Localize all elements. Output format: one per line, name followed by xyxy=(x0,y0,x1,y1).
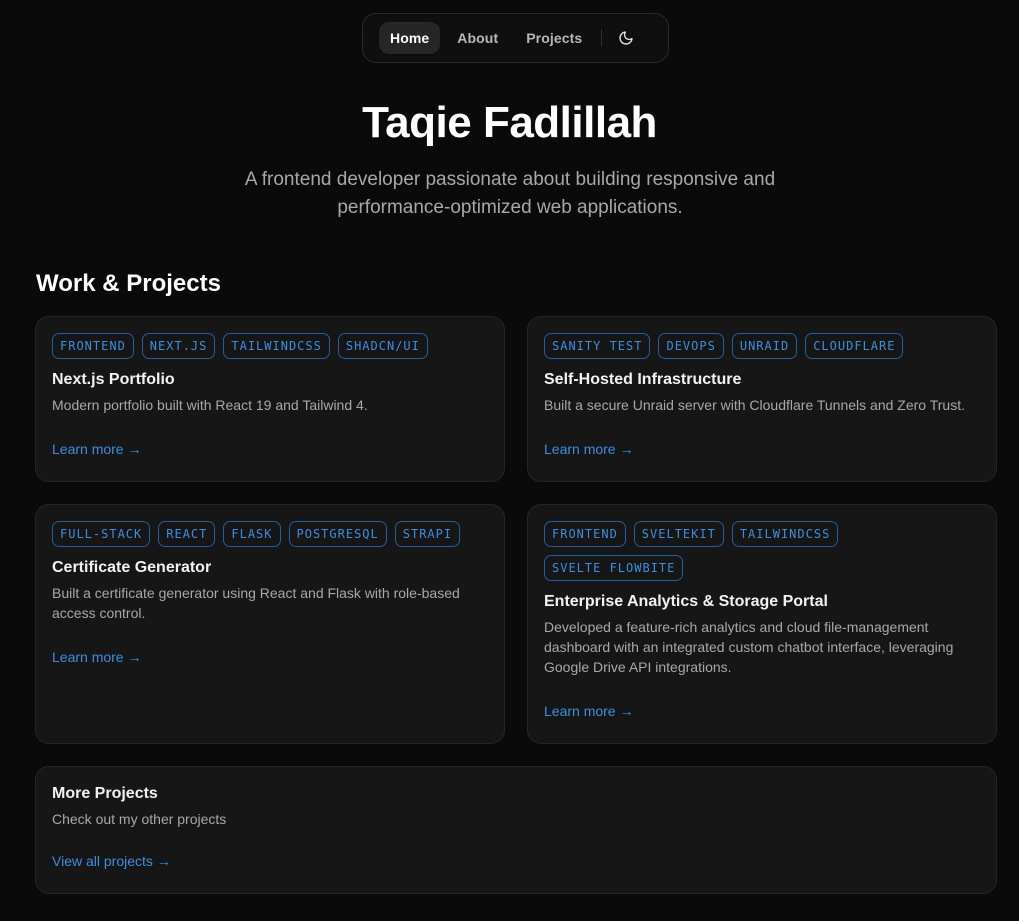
tag: TAILWINDCSS xyxy=(223,333,330,359)
nav-divider xyxy=(601,29,603,47)
arrow-right-icon: → xyxy=(156,853,171,869)
tag: POSTGRESQL xyxy=(288,521,387,547)
card-description: Modern portfolio built with React 19 and… xyxy=(52,397,368,413)
card-title: Self-Hosted Infrastructure xyxy=(544,371,742,388)
hero-title: Taqie Fadlillah xyxy=(362,98,657,147)
card-title: More Projects xyxy=(52,785,158,802)
section-title: Work & Projects xyxy=(36,270,221,297)
card-description: Built a certificate generator using Reac… xyxy=(52,585,460,621)
moon-icon xyxy=(619,31,633,45)
arrow-right-icon: → xyxy=(619,703,634,719)
tag: SVELTEKIT xyxy=(633,521,724,547)
project-card-self-hosted-infrastructure[interactable]: SANITY TEST DEVOPS UNRAID CLOUDFLARE Sel… xyxy=(527,316,997,482)
link-label: Learn more xyxy=(52,441,124,457)
theme-toggle-button[interactable] xyxy=(612,24,640,52)
tag: FULL-STACK xyxy=(52,521,151,547)
tag: NEXT.JS xyxy=(141,333,216,359)
nav-home[interactable]: Home xyxy=(379,22,441,54)
link-label: Learn more xyxy=(544,441,616,457)
tag: DEVOPS xyxy=(658,333,724,359)
tag: SHADCN/UI xyxy=(337,333,428,359)
learn-more-link[interactable]: Learn more → xyxy=(544,441,634,457)
card-description: Built a secure Unraid server with Cloudf… xyxy=(544,397,965,413)
tag-list: FRONTEND NEXT.JS TAILWINDCSS SHADCN/UI xyxy=(52,333,488,359)
card-title: Next.js Portfolio xyxy=(52,371,175,388)
tag: CLOUDFLARE xyxy=(805,333,904,359)
arrow-right-icon: → xyxy=(127,649,142,665)
card-title: Enterprise Analytics & Storage Portal xyxy=(544,593,828,610)
tag-list: FRONTEND SVELTEKIT TAILWINDCSS SVELTE FL… xyxy=(544,521,980,581)
tag: FLASK xyxy=(223,521,281,547)
view-all-projects-link[interactable]: View all projects → xyxy=(52,853,171,869)
learn-more-link[interactable]: Learn more → xyxy=(544,703,634,719)
tag: TAILWINDCSS xyxy=(731,521,839,547)
link-label: Learn more xyxy=(544,703,616,719)
nav-projects[interactable]: Projects xyxy=(515,22,593,54)
top-nav: Home About Projects xyxy=(362,13,669,63)
tag: SVELTE FLOWBITE xyxy=(544,555,684,581)
learn-more-link[interactable]: Learn more → xyxy=(52,441,142,457)
tag: FRONTEND xyxy=(544,521,626,547)
hero-subtitle: A frontend developer passionate about bu… xyxy=(244,169,776,218)
tag: SANITY TEST xyxy=(544,333,651,359)
project-card-enterprise-analytics[interactable]: FRONTEND SVELTEKIT TAILWINDCSS SVELTE FL… xyxy=(527,504,997,744)
card-description: Developed a feature-rich analytics and c… xyxy=(544,619,954,675)
tag: REACT xyxy=(158,521,216,547)
tag: UNRAID xyxy=(731,333,798,359)
tag: FRONTEND xyxy=(52,333,134,359)
tag-list: FULL-STACK REACT FLASK POSTGRESQL STRAPI xyxy=(52,521,488,547)
learn-more-link[interactable]: Learn more → xyxy=(52,649,142,665)
tag-list: SANITY TEST DEVOPS UNRAID CLOUDFLARE xyxy=(544,333,980,359)
card-description: Check out my other projects xyxy=(52,811,227,827)
link-label: Learn more xyxy=(52,649,124,665)
arrow-right-icon: → xyxy=(127,441,142,457)
project-card-certificate-generator[interactable]: FULL-STACK REACT FLASK POSTGRESQL STRAPI… xyxy=(35,504,505,744)
more-projects-card[interactable]: More Projects Check out my other project… xyxy=(35,766,997,894)
tag: STRAPI xyxy=(394,521,461,547)
card-title: Certificate Generator xyxy=(52,559,212,576)
nav-about[interactable]: About xyxy=(446,22,509,54)
link-label: View all projects xyxy=(52,853,153,869)
arrow-right-icon: → xyxy=(619,441,634,457)
project-card-nextjs-portfolio[interactable]: FRONTEND NEXT.JS TAILWINDCSS SHADCN/UI N… xyxy=(35,316,505,482)
